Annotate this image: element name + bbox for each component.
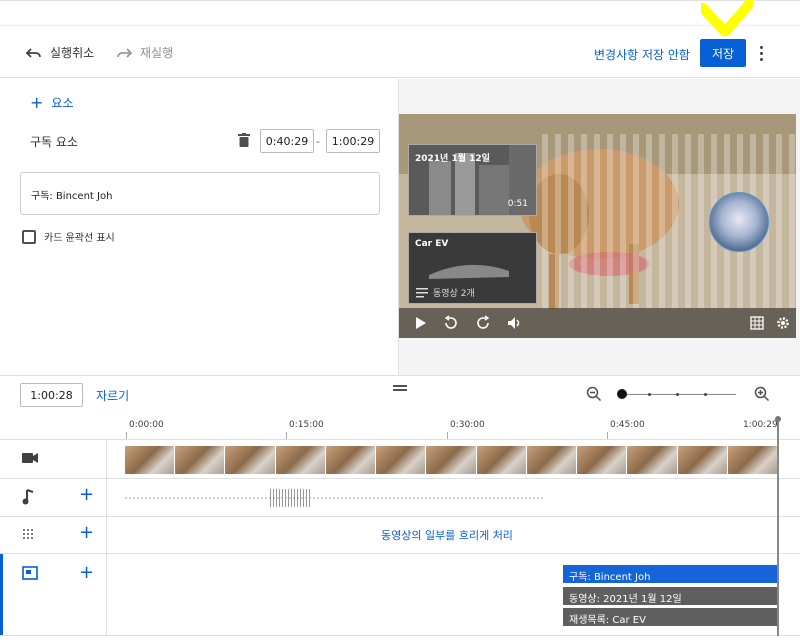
end-screen-playlist-card[interactable]: Car EV 동영상 2개: [408, 232, 537, 304]
zoom-step-dot: [676, 393, 679, 396]
video-thumbnail: [577, 446, 627, 474]
blur-part-of-video-link[interactable]: 동영상의 일부를 흐리게 처리: [381, 527, 513, 543]
ruler-label: 1:00:29: [743, 420, 778, 430]
plus-icon: +: [30, 92, 44, 112]
start-time-input[interactable]: 0:40:29: [260, 129, 314, 153]
video-thumbnail: [627, 446, 677, 474]
element-editor-panel: + 요소 구독 요소 0:40:29 - 1:00:29 구독: Bincent…: [0, 79, 399, 375]
subscribe-text-field[interactable]: 구독: Bincent Joh: [20, 172, 380, 215]
rewind-10-icon[interactable]: [443, 315, 459, 331]
video-thumbnail: [225, 446, 275, 474]
end-screen-track: + 구독: Bincent Joh 동영상: 2021년 1월 12일 재생목록…: [0, 553, 800, 636]
add-end-screen-button[interactable]: +: [79, 562, 94, 583]
video-thumbnail: [426, 446, 476, 474]
zoom-step-dot: [704, 393, 707, 396]
add-audio-button[interactable]: +: [79, 484, 94, 505]
audio-waveform: [125, 497, 545, 499]
zoom-step-dot: [648, 393, 651, 396]
end-time-input[interactable]: 1:00:29: [326, 129, 380, 153]
card-outline-checkbox[interactable]: [22, 229, 36, 244]
end-screen-track-icon: [22, 566, 38, 580]
playlist-icon: [416, 288, 428, 298]
resize-handle-icon[interactable]: [393, 385, 407, 391]
zoom-in-icon[interactable]: [754, 386, 770, 402]
add-blur-button[interactable]: +: [79, 522, 94, 543]
video-card-duration: 0:51: [507, 199, 528, 209]
add-element-label: 요소: [51, 96, 74, 110]
undo-button[interactable]: 실행취소: [26, 44, 94, 61]
add-element-button[interactable]: + 요소: [30, 94, 74, 111]
audio-track: +: [0, 478, 800, 516]
video-thumbnail: [325, 446, 376, 474]
video-thumbnail: [526, 446, 577, 474]
play-icon[interactable]: [415, 317, 427, 329]
time-separator: -: [316, 135, 320, 148]
editor-toolbar: 실행취소 재실행 변경사항 저장 안함 저장: [0, 0, 800, 78]
end-screen-video-card[interactable]: 2021년 1월 12일 0:51: [408, 144, 537, 216]
undo-icon: [26, 47, 41, 58]
video-thumbnail: [376, 446, 426, 474]
player-controls: [399, 308, 796, 338]
ruler-label: 0:00:00: [129, 420, 164, 430]
timeline-header: 1:00:28 자르기 0:00:00 0:15:00 0:30:00 0:45…: [0, 375, 800, 440]
audio-waveform-peak: [270, 489, 310, 507]
video-track: [0, 439, 800, 478]
card-outline-label: 카드 윤곽선 표시: [44, 233, 115, 244]
ruler-label: 0:30:00: [450, 420, 485, 430]
track-divider: [106, 440, 107, 478]
redo-icon: [117, 47, 132, 58]
current-time-input[interactable]: 1:00:28: [20, 383, 83, 407]
settings-icon[interactable]: [776, 316, 790, 330]
redo-button[interactable]: 재실행: [116, 44, 173, 61]
trim-button[interactable]: 자르기: [96, 387, 129, 404]
track-divider: [106, 517, 107, 553]
video-thumbnail: [175, 446, 225, 474]
playlist-card-title: Car EV: [415, 239, 449, 249]
video-thumbnail: [275, 446, 325, 474]
discard-changes-button[interactable]: 변경사항 저장 안함: [594, 46, 690, 63]
end-screen-item-video[interactable]: 동영상: 2021년 1월 12일: [563, 587, 777, 605]
playhead[interactable]: [777, 418, 779, 636]
save-button[interactable]: 저장: [700, 39, 746, 67]
blur-track-icon: [23, 529, 33, 539]
more-vert-icon[interactable]: [754, 43, 768, 63]
video-thumbnail: [476, 446, 526, 474]
blur-track: + 동영상의 일부를 흐리게 처리: [0, 516, 800, 553]
undo-label: 실행취소: [50, 46, 95, 60]
audio-track-icon: [22, 489, 34, 505]
ruler-label: 0:45:00: [610, 420, 645, 430]
volume-icon[interactable]: [507, 316, 523, 330]
ruler-label: 0:15:00: [289, 420, 324, 430]
subscribe-avatar[interactable]: [709, 192, 769, 252]
grid-icon[interactable]: [750, 316, 764, 330]
end-screen-item-subscribe[interactable]: 구독: Bincent Joh: [563, 565, 777, 583]
video-thumbnail: [677, 446, 727, 474]
forward-10-icon[interactable]: [475, 315, 491, 331]
element-title: 구독 요소: [30, 135, 78, 149]
track-divider: [106, 479, 107, 516]
video-thumbnail-strip[interactable]: [125, 446, 778, 474]
zoom-slider-track[interactable]: [622, 394, 736, 395]
zoom-slider-knob[interactable]: [617, 389, 627, 399]
video-card-title: 2021년 1월 12일: [415, 154, 490, 164]
trash-icon[interactable]: [238, 133, 250, 147]
redo-label: 재실행: [140, 46, 174, 60]
playhead-handle[interactable]: [775, 416, 781, 422]
playlist-card-count: 동영상 2개: [433, 289, 475, 299]
track-divider: [106, 554, 107, 635]
video-preview[interactable]: 2021년 1월 12일 0:51 Car EV 동영상 2개: [399, 114, 796, 338]
video-track-icon: [22, 453, 38, 463]
video-thumbnail: [727, 446, 778, 474]
video-thumbnail: [125, 446, 175, 474]
zoom-out-icon[interactable]: [586, 386, 602, 402]
end-screen-item-playlist[interactable]: 재생목록: Car EV: [563, 608, 777, 626]
show-card-outline-option[interactable]: 카드 윤곽선 표시: [22, 229, 115, 244]
annotation-check-mark: [701, 0, 753, 36]
